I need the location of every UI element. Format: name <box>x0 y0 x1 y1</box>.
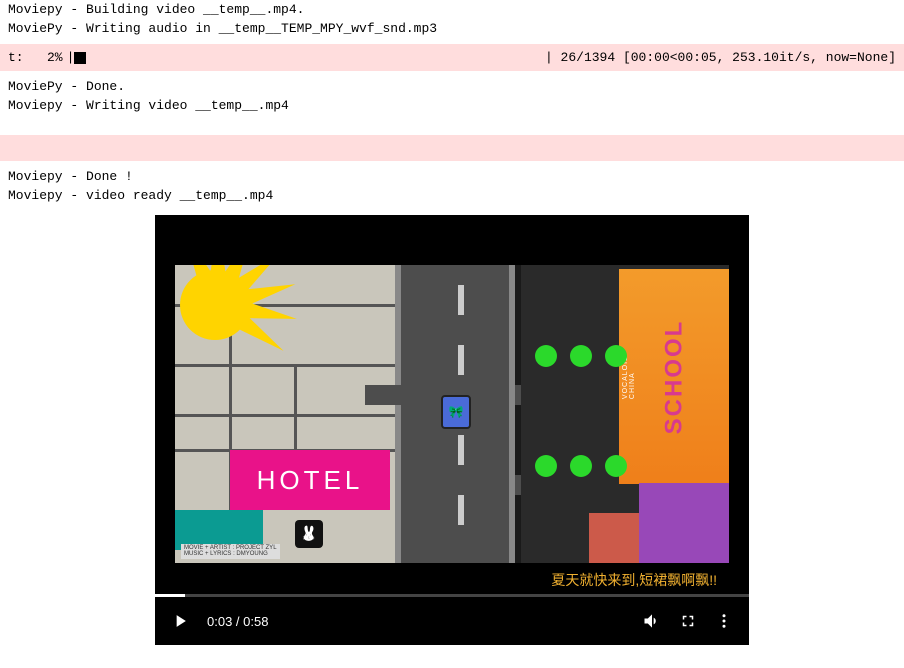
video-controls: 0:03 / 0:58 <box>155 597 749 645</box>
volume-button[interactable] <box>641 610 663 632</box>
progress-prefix: t: 2% <box>8 50 63 65</box>
subtitle-bar: 夏天就快来到,短裙飘啊飘!! <box>175 563 729 597</box>
progress-fill-block <box>74 52 86 64</box>
video-player[interactable]: HOTEL MOVIE + ARTIST : PROJECT ZYL MUSIC… <box>155 215 749 645</box>
credits-line: MUSIC + LYRICS : DMYOUNG <box>184 551 277 558</box>
log-line: Moviepy - Writing video __temp__.mp4 <box>0 96 904 115</box>
log-line: Moviepy - Building video __temp__.mp4. <box>0 0 904 19</box>
credits-text: MOVIE + ARTIST : PROJECT ZYL MUSIC + LYR… <box>181 544 280 559</box>
blank-output-cell <box>0 135 904 161</box>
progress-bar: t: 2% | | 26/1394 [00:00<00:05, 253.10it… <box>0 44 904 71</box>
seek-bar[interactable] <box>155 594 749 597</box>
scene-left-panel: HOTEL MOVIE + ARTIST : PROJECT ZYL MUSIC… <box>175 265 395 563</box>
time-display: 0:03 / 0:58 <box>207 614 268 629</box>
sun-icon <box>175 265 285 375</box>
school-text: SCHOOL <box>660 319 688 434</box>
redish-block <box>589 513 639 563</box>
more-options-button[interactable] <box>713 610 735 632</box>
school-sign: VOCALOID CHINA SCHOOL <box>619 269 729 484</box>
progress-pipe: | <box>67 50 75 65</box>
hotel-sign: HOTEL <box>230 450 390 510</box>
player-car <box>441 395 471 429</box>
log-line: Moviepy - Done ! <box>0 167 904 186</box>
fullscreen-button[interactable] <box>677 610 699 632</box>
log-line: MoviePy - Done. <box>0 77 904 96</box>
purple-block <box>639 483 729 563</box>
green-dots-field <box>535 315 625 495</box>
subtitle-text: 夏天就快来到,短裙飘啊飘!! <box>551 570 717 590</box>
log-line: Moviepy - video ready __temp__.mp4 <box>0 186 904 205</box>
credits-line: MOVIE + ARTIST : PROJECT ZYL <box>184 545 277 552</box>
play-button[interactable] <box>169 610 191 632</box>
bunny-icon <box>295 520 323 548</box>
side-road <box>365 385 405 405</box>
log-line: MoviePy - Writing audio in __temp__TEMP_… <box>0 19 904 38</box>
video-frame: HOTEL MOVIE + ARTIST : PROJECT ZYL MUSIC… <box>175 265 729 563</box>
progress-stats: | 26/1394 [00:00<00:05, 253.10it/s, now=… <box>545 50 896 65</box>
seek-fill <box>155 594 185 597</box>
